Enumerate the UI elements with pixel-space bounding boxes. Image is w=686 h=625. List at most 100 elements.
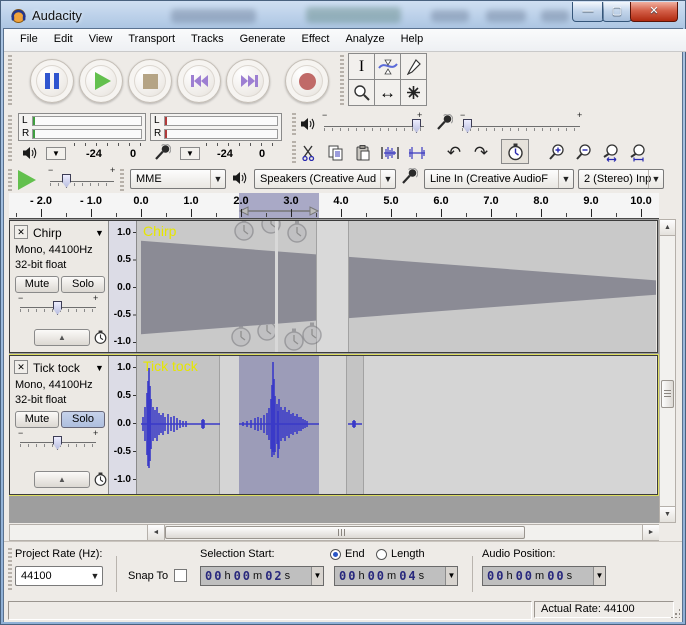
horizontal-scroll-thumb[interactable] (165, 526, 525, 539)
track-menu-button[interactable]: ▼ (95, 228, 104, 238)
play-icon (95, 72, 111, 90)
device-toolbar-grip[interactable] (120, 169, 124, 191)
skip-to-start-button[interactable] (177, 59, 221, 103)
sync-lock-button[interactable] (501, 139, 529, 164)
toolbar-separator (116, 556, 117, 592)
timeshift-tool-button[interactable]: ↔ (374, 79, 401, 106)
maximize-button[interactable]: ▢ (602, 2, 632, 22)
collapse-track-button[interactable]: ▲ (34, 329, 90, 346)
track-chirp-waveform[interactable]: Chirp (137, 221, 656, 352)
horizontal-scrollbar[interactable]: ◄ ► (9, 524, 659, 541)
recording-meter[interactable]: L R (150, 113, 282, 141)
menu-edit[interactable]: Edit (46, 29, 81, 51)
close-button[interactable]: ✕ (630, 2, 678, 22)
record-button[interactable] (285, 59, 329, 103)
minimize-button[interactable]: — (572, 2, 604, 22)
trim-icon (381, 145, 399, 161)
collapse-track-button[interactable]: ▲ (34, 471, 90, 488)
zoom-in-button[interactable] (544, 140, 570, 165)
end-radio-label: End (345, 548, 365, 560)
silence-icon (408, 145, 426, 161)
gain-slider-thumb[interactable] (53, 436, 62, 450)
track-ticktock-waveform[interactable]: Tick tock (137, 356, 656, 494)
silence-audio-button[interactable] (404, 140, 430, 165)
track-chirp-vertical-ruler[interactable]: 1.0 0.5 0.0 -0.5 -1.0 (109, 221, 137, 352)
transcription-toolbar-grip[interactable] (8, 169, 12, 191)
playback-device-select[interactable]: Speakers (Creative Aud ▼ (254, 169, 396, 189)
playback-meter[interactable]: L R (18, 113, 146, 141)
solo-button[interactable]: Solo (61, 276, 105, 293)
recording-device-select[interactable]: Line In (Creative AudioF ▼ (424, 169, 574, 189)
fit-project-button[interactable] (625, 140, 651, 165)
selection-end-field[interactable]: 00h 00m 04s ▼ (334, 566, 458, 586)
pause-button[interactable] (30, 59, 74, 103)
audio-host-select[interactable]: MME ▼ (130, 169, 226, 189)
recording-meter-left-label: L (154, 115, 160, 126)
tools-toolbar-grip[interactable] (340, 55, 344, 107)
menu-file[interactable]: File (12, 29, 46, 51)
copy-button[interactable] (323, 140, 349, 165)
scroll-right-button[interactable]: ► (642, 525, 659, 540)
undo-button[interactable]: ↶ (441, 140, 467, 165)
background-blur (431, 10, 469, 22)
input-volume-slider[interactable] (462, 126, 580, 127)
output-volume-plus-label: + (417, 110, 422, 120)
output-volume-speaker-icon (300, 117, 316, 131)
length-radio[interactable] (376, 549, 387, 560)
track-ticktock-control-panel: ✕ Tick tock ▼ Mono, 44100Hz 32-bit float… (10, 356, 109, 494)
track-close-button[interactable]: ✕ (14, 360, 28, 374)
playback-speed-slider[interactable] (50, 181, 114, 182)
multi-tool-button[interactable] (400, 79, 427, 106)
track-menu-button[interactable]: ▼ (95, 363, 104, 373)
stop-button[interactable] (128, 59, 172, 103)
solo-button-active[interactable]: Solo (61, 411, 105, 428)
recording-channels-select[interactable]: 2 (Stereo) Inp ▼ (578, 169, 664, 189)
menu-transport[interactable]: Transport (120, 29, 183, 51)
menu-analyze[interactable]: Analyze (337, 29, 392, 51)
selection-tool-button[interactable]: I (348, 53, 375, 80)
speed-minus-label: − (48, 165, 53, 175)
menu-view[interactable]: View (81, 29, 121, 51)
snap-to-checkbox[interactable] (174, 569, 187, 582)
scroll-left-button[interactable]: ◄ (147, 525, 165, 540)
paste-button[interactable] (350, 140, 376, 165)
scroll-down-button[interactable]: ▼ (660, 506, 675, 522)
track-ticktock-vertical-ruler[interactable]: 1.0 0.5 0.0 -0.5 -1.0 (109, 356, 137, 494)
vertical-scrollbar[interactable]: ▲ ▼ (659, 219, 676, 523)
audio-position-field[interactable]: 00h 00m 00s ▼ (482, 566, 606, 586)
recording-scale-neg24: -24 (217, 148, 233, 160)
track-close-button[interactable]: ✕ (14, 225, 28, 239)
recording-meter-dropdown[interactable]: ▼ (180, 147, 200, 160)
mute-button[interactable]: Mute (15, 276, 59, 293)
mute-button[interactable]: Mute (15, 411, 59, 428)
zoom-tool-button[interactable] (348, 79, 375, 106)
cut-button[interactable] (296, 140, 322, 165)
gain-slider-thumb[interactable] (53, 301, 62, 315)
end-radio[interactable] (330, 549, 341, 560)
output-volume-slider[interactable] (324, 126, 424, 127)
timeline-ruler[interactable]: - 2.0 - 1.0 0.0 1.0 2.0 3.0 4.0 5.0 6.0 … (9, 193, 659, 219)
project-rate-select[interactable]: 44100 ▼ (15, 566, 103, 586)
meter-toolbar-grip[interactable] (8, 115, 12, 163)
snap-to-label: Snap To (128, 570, 168, 582)
fit-selection-button[interactable] (598, 140, 624, 165)
zoom-out-button[interactable] (571, 140, 597, 165)
scroll-up-button[interactable]: ▲ (660, 220, 675, 236)
redo-button[interactable]: ↷ (468, 140, 494, 165)
menu-tracks[interactable]: Tracks (183, 29, 232, 51)
playback-meter-dropdown[interactable]: ▼ (46, 147, 66, 160)
play-button[interactable] (79, 59, 123, 103)
transport-toolbar-grip[interactable] (8, 55, 12, 107)
selection-start-field[interactable]: 00h 00m 02s ▼ (200, 566, 324, 586)
draw-tool-button[interactable] (400, 53, 427, 80)
vertical-scroll-thumb[interactable] (661, 380, 674, 408)
skip-to-end-button[interactable] (226, 59, 270, 103)
menu-help[interactable]: Help (393, 29, 432, 51)
menu-generate[interactable]: Generate (232, 29, 294, 51)
envelope-tool-button[interactable] (374, 53, 401, 80)
menu-effect[interactable]: Effect (294, 29, 338, 51)
trim-audio-button[interactable] (377, 140, 403, 165)
play-at-speed-button[interactable] (16, 169, 40, 191)
mixer-toolbar-grip[interactable] (292, 113, 296, 137)
selection-toolbar-grip[interactable] (8, 548, 12, 592)
